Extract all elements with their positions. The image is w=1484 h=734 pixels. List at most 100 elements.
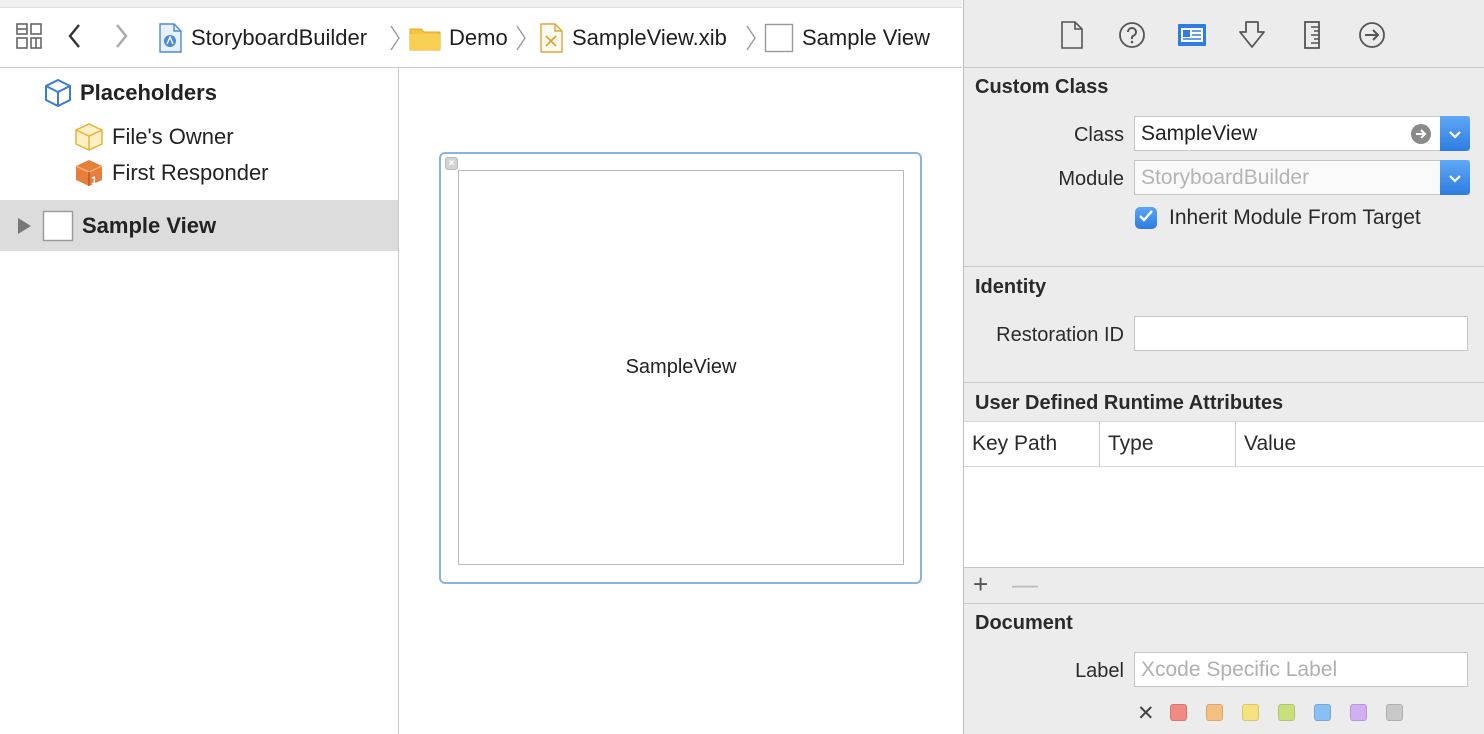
outline-placeholders-label: Placeholders <box>80 80 217 105</box>
inspector-panel: Custom Class Class SampleView Module Sto… <box>963 0 1484 734</box>
class-field-label: Class <box>1073 124 1124 146</box>
restoration-id-field[interactable] <box>1134 316 1468 351</box>
add-attribute-button[interactable]: + <box>973 569 988 600</box>
document-section-title: Document <box>975 612 1073 634</box>
breadcrumb-group[interactable]: Demo <box>409 18 508 58</box>
breadcrumb-separator-icon <box>745 24 757 57</box>
identity-inspector-tab[interactable] <box>1175 20 1209 54</box>
view-scene-frame[interactable]: × SampleView <box>439 152 922 584</box>
chevron-right-icon <box>111 22 131 55</box>
outline-sample-view-label: Sample View <box>82 213 217 238</box>
document-outline: Placeholders File's Owner 1 First Respon… <box>0 68 399 734</box>
connections-inspector-icon <box>1357 20 1387 55</box>
outline-item-sample-view[interactable]: Sample View <box>16 210 216 242</box>
breadcrumb-project-label: StoryboardBuilder <box>191 25 368 50</box>
connections-inspector-tab[interactable] <box>1355 20 1389 54</box>
class-dropdown-button[interactable] <box>1440 116 1470 151</box>
document-label-field-label: Label <box>1075 660 1124 682</box>
custom-class-section-title: Custom Class <box>975 76 1109 98</box>
breadcrumb-separator-icon <box>389 24 401 57</box>
checkmark-icon <box>1138 209 1154 228</box>
placeholders-cube-icon <box>44 78 72 108</box>
chevron-down-icon <box>1448 166 1462 190</box>
module-field-label: Module <box>1058 168 1124 190</box>
related-items-icon <box>15 22 43 55</box>
identity-section-title: Identity <box>975 276 1047 298</box>
related-items-button[interactable] <box>14 22 44 54</box>
module-field-placeholder: StoryboardBuilder <box>1141 165 1310 189</box>
chevron-left-icon <box>65 22 85 55</box>
quick-help-icon <box>1117 20 1147 55</box>
outline-first-responder-label: First Responder <box>112 160 269 185</box>
identity-inspector-icon <box>1176 21 1208 54</box>
restoration-id-label: Restoration ID <box>996 324 1124 346</box>
document-label-placeholder: Xcode Specific Label <box>1141 657 1338 681</box>
size-inspector-icon <box>1302 20 1322 55</box>
xib-file-icon <box>538 22 564 54</box>
color-label-swatch-gray[interactable] <box>1386 704 1403 721</box>
forward-button[interactable] <box>106 22 136 54</box>
color-label-swatch-red[interactable] <box>1170 704 1187 721</box>
view-icon <box>764 23 794 53</box>
breadcrumb-project[interactable]: StoryboardBuilder <box>157 18 367 58</box>
module-dropdown-button[interactable] <box>1440 160 1470 195</box>
outline-item-first-responder[interactable]: 1 First Responder <box>74 158 269 188</box>
size-inspector-tab[interactable] <box>1295 20 1329 54</box>
section-divider <box>964 266 1484 267</box>
breadcrumb-view[interactable]: Sample View <box>764 18 930 58</box>
class-combo-box[interactable]: SampleView <box>1134 116 1470 151</box>
interface-builder-canvas[interactable]: × SampleView <box>400 68 962 734</box>
inspector-tab-bar <box>964 0 1484 68</box>
inherit-module-checkbox[interactable] <box>1135 207 1157 229</box>
breadcrumb-file-label: SampleView.xib <box>572 25 727 50</box>
file-inspector-tab[interactable] <box>1055 20 1089 54</box>
svg-text:1: 1 <box>91 175 97 187</box>
breadcrumb-separator-icon <box>515 24 527 57</box>
section-divider <box>964 603 1484 604</box>
window-top-strip <box>0 0 962 8</box>
column-header-value[interactable]: Value <box>1236 422 1484 466</box>
color-label-swatch-purple[interactable] <box>1350 704 1367 721</box>
jump-bar: StoryboardBuilder Demo SampleView.xib Sa… <box>0 0 962 68</box>
attributes-inspector-icon <box>1237 20 1267 55</box>
file-inspector-icon <box>1060 20 1084 55</box>
breadcrumb-group-label: Demo <box>449 25 508 50</box>
breadcrumb-file[interactable]: SampleView.xib <box>538 18 727 58</box>
breadcrumb-view-label: Sample View <box>802 25 930 50</box>
chevron-down-icon <box>1448 122 1462 146</box>
color-label-swatch-orange[interactable] <box>1206 704 1223 721</box>
column-header-label: Value <box>1244 432 1297 455</box>
view-icon <box>42 210 74 242</box>
class-field-value[interactable]: SampleView <box>1141 122 1257 146</box>
inherit-module-label[interactable]: Inherit Module From Target <box>1169 206 1421 230</box>
color-label-swatch-yellow[interactable] <box>1242 704 1259 721</box>
section-divider <box>964 382 1484 383</box>
folder-icon <box>409 25 441 51</box>
document-label-field[interactable]: Xcode Specific Label <box>1134 652 1468 687</box>
clear-color-label-button[interactable]: ✕ <box>1137 701 1155 726</box>
outline-item-placeholders[interactable]: Placeholders <box>44 78 217 108</box>
back-button[interactable] <box>60 22 90 54</box>
column-header-label: Type <box>1108 432 1154 455</box>
files-owner-cube-icon <box>74 122 104 152</box>
color-label-swatch-blue[interactable] <box>1314 704 1331 721</box>
go-to-class-arrow-icon[interactable] <box>1411 124 1431 144</box>
outline-item-files-owner[interactable]: File's Owner <box>74 122 234 152</box>
column-header-key-path[interactable]: Key Path <box>964 422 1100 466</box>
close-icon[interactable]: × <box>445 157 458 170</box>
column-header-type[interactable]: Type <box>1100 422 1236 466</box>
first-responder-cube-icon: 1 <box>74 158 104 188</box>
sample-view[interactable]: SampleView <box>458 170 904 565</box>
runtime-attributes-table[interactable]: Key Path Type Value <box>964 421 1484 568</box>
color-label-swatch-green[interactable] <box>1278 704 1295 721</box>
table-header-row: Key Path Type Value <box>964 422 1484 467</box>
disclosure-triangle-icon[interactable] <box>16 217 32 235</box>
outline-files-owner-label: File's Owner <box>112 124 234 149</box>
sample-view-label: SampleView <box>625 356 737 378</box>
remove-attribute-button[interactable]: — <box>1012 569 1038 600</box>
column-header-label: Key Path <box>972 432 1058 455</box>
quick-help-tab[interactable] <box>1115 20 1149 54</box>
module-combo-box[interactable]: StoryboardBuilder <box>1134 160 1470 195</box>
xcode-project-icon <box>157 22 183 54</box>
attributes-inspector-tab[interactable] <box>1235 20 1269 54</box>
